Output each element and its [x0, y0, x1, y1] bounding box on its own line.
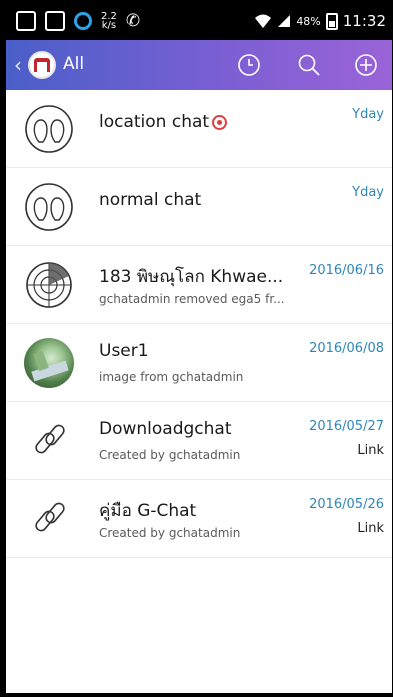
chat-date: 2016/06/08 [309, 341, 384, 356]
network-speed: 2.2 k/s [101, 11, 117, 31]
clock-icon [238, 54, 260, 76]
chat-name: normal chat [99, 190, 202, 210]
clock-time: 11:32 [342, 12, 386, 30]
link-icon [24, 416, 74, 466]
chat-name: คู่มือ G-Chat [99, 501, 197, 521]
wifi-icon [255, 14, 272, 28]
plus-circle-icon [355, 54, 377, 76]
chat-row[interactable]: 183 พิษณุโลก Khwae... gchatadmin removed… [6, 246, 392, 324]
phone-call-icon: ✆ [125, 11, 141, 31]
gallery-notification-icon [16, 11, 36, 31]
building-logo-icon[interactable] [28, 51, 56, 79]
link-icon [24, 494, 74, 544]
radar-icon [24, 260, 74, 310]
s-app-notification-icon [45, 11, 65, 31]
battery-icon [325, 12, 338, 30]
chat-last-message: Created by gchatadmin [99, 526, 241, 540]
add-button[interactable] [351, 50, 381, 80]
chat-last-message: gchatadmin removed ega5 fr... [99, 292, 285, 306]
system-icons: 48% 11:32 [254, 12, 386, 30]
chat-row[interactable]: location chat Yday [6, 90, 392, 168]
chat-name: User1 [99, 341, 149, 361]
chat-group-icon [24, 104, 74, 154]
chat-type-tag: Link [357, 521, 384, 536]
chat-name: location chat [99, 112, 228, 132]
user-photo-avatar [24, 338, 74, 388]
chat-date: 2016/05/27 [309, 419, 384, 434]
chat-last-message: Created by gchatadmin [99, 448, 241, 462]
app-screen: 2.2 k/s ✆ 48% 11:32 ‹ All location chat … [6, 4, 392, 693]
chat-date: Yday [352, 185, 384, 200]
chat-date: 2016/06/16 [309, 263, 384, 278]
app-header: ‹ All [6, 40, 392, 90]
chat-date: Yday [352, 107, 384, 122]
history-button[interactable] [234, 50, 264, 80]
chat-type-tag: Link [357, 443, 384, 458]
search-button[interactable] [294, 50, 324, 80]
chat-last-message: image from gchatadmin [99, 370, 244, 384]
location-pin-icon [212, 114, 228, 130]
status-bar: 2.2 k/s ✆ 48% 11:32 [6, 4, 392, 40]
chat-row[interactable]: คู่มือ G-Chat Created by gchatadmin 2016… [6, 480, 392, 558]
chat-row[interactable]: normal chat Yday [6, 168, 392, 246]
sync-ring-icon [74, 12, 92, 30]
chat-group-icon [24, 182, 74, 232]
chat-row[interactable]: User1 image from gchatadmin 2016/06/08 [6, 324, 392, 402]
chat-date: 2016/05/26 [309, 497, 384, 512]
chat-row[interactable]: Downloadgchat Created by gchatadmin 2016… [6, 402, 392, 480]
chat-list: location chat Yday normal chat Yday 183 … [6, 90, 392, 558]
chevron-left-icon[interactable]: ‹ [14, 53, 22, 77]
battery-percent: 48% [296, 14, 321, 28]
signal-icon [278, 15, 291, 27]
chat-name: Downloadgchat [99, 419, 232, 439]
page-title: All [63, 54, 85, 74]
notification-icons: 2.2 k/s ✆ [16, 11, 140, 31]
search-icon [298, 54, 320, 76]
chat-name: 183 พิษณุโลก Khwae... [99, 267, 284, 287]
